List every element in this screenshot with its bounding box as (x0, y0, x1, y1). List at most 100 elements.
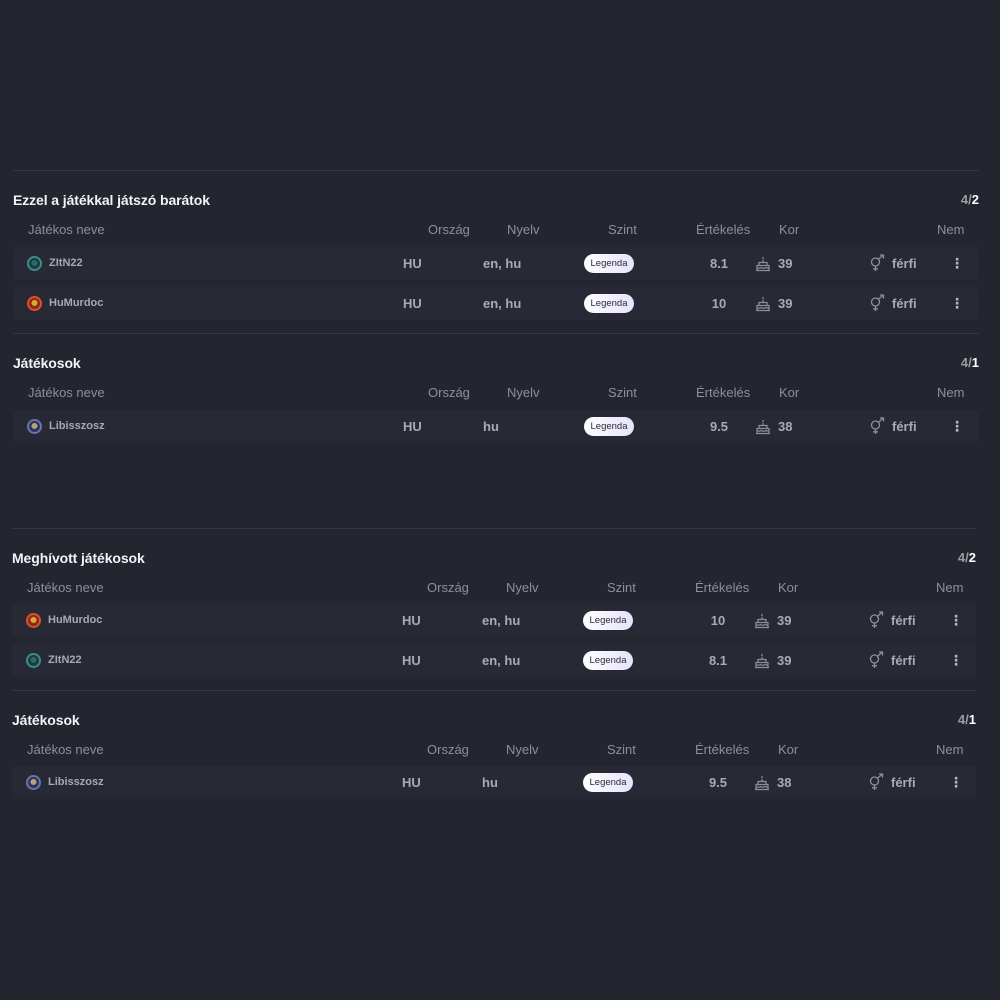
player-avatar (27, 256, 42, 271)
more-vertical-icon[interactable]: ⋮ (950, 418, 964, 435)
gender-icon (870, 417, 885, 434)
col-country: Ország (428, 385, 470, 400)
player-gender: férfi (892, 296, 917, 311)
player-age: 38 (778, 419, 793, 434)
section-title: Játékosok (12, 712, 80, 728)
gender-icon (869, 611, 884, 628)
player-avatar (26, 613, 41, 628)
col-player-name: Játékos neve (28, 222, 105, 237)
col-country: Ország (427, 580, 469, 595)
section-divider (12, 528, 976, 529)
player-country: HU (403, 296, 422, 311)
gender-icon (869, 773, 884, 790)
more-vertical-icon[interactable]: ⋮ (950, 295, 964, 312)
table-header: Játékos neve Ország Nyelv Szint Értékelé… (12, 580, 976, 596)
col-player-name: Játékos neve (28, 385, 105, 400)
player-row[interactable]: HuMurdoc HU en, hu Legenda 10 39 férfi ⋮ (13, 287, 979, 320)
more-vertical-icon[interactable]: ⋮ (949, 774, 963, 791)
gender-icon (870, 294, 885, 311)
player-name[interactable]: ZItN22 (48, 654, 82, 666)
player-country: HU (402, 775, 421, 790)
player-avatar (26, 653, 41, 668)
gender-icon (869, 651, 884, 668)
gender-icon (870, 254, 885, 271)
player-languages: en, hu (483, 296, 522, 311)
section-count: 4/1 (960, 355, 979, 370)
cake-icon (755, 613, 769, 629)
col-rating: Értékelés (695, 580, 750, 595)
player-row[interactable]: Libisszosz HU hu Legenda 9.5 38 férfi ⋮ (13, 410, 979, 443)
player-row[interactable]: HuMurdoc HU en, hu Legenda 10 39 férfi ⋮ (12, 604, 976, 637)
player-name[interactable]: HuMurdoc (49, 297, 103, 309)
col-level: Szint (608, 385, 637, 400)
level-badge: Legenda (583, 611, 633, 630)
players-section: Játékosok 4/1 Játékos neve Ország Nyelv … (12, 690, 976, 802)
player-name[interactable]: ZItN22 (49, 257, 83, 269)
col-language: Nyelv (506, 580, 539, 595)
player-row[interactable]: ZItN22 HU en, hu Legenda 8.1 39 férfi ⋮ (12, 644, 976, 677)
player-rating: 8.1 (709, 256, 729, 271)
col-gender: Nem (937, 385, 965, 400)
col-country: Ország (428, 222, 470, 237)
player-rating: 9.5 (709, 419, 729, 434)
cake-icon (755, 653, 769, 669)
section-title: Ezzel a játékkal játszó barátok (13, 192, 210, 208)
more-vertical-icon[interactable]: ⋮ (949, 612, 963, 629)
col-rating: Értékelés (695, 742, 750, 757)
col-level: Szint (607, 742, 636, 757)
level-badge: Legenda (584, 417, 634, 436)
player-country: HU (402, 653, 421, 668)
table-header: Játékos neve Ország Nyelv Szint Értékelé… (12, 742, 976, 758)
player-country: HU (403, 419, 422, 434)
player-gender: férfi (891, 775, 916, 790)
player-name[interactable]: HuMurdoc (48, 614, 102, 626)
player-age: 39 (778, 256, 793, 271)
col-player-name: Játékos neve (27, 580, 104, 595)
cake-icon (756, 256, 770, 272)
table-header: Játékos neve Ország Nyelv Szint Értékelé… (13, 385, 979, 401)
cake-icon (756, 296, 770, 312)
cake-icon (756, 419, 770, 435)
col-age: Kor (778, 580, 799, 595)
player-languages: en, hu (482, 653, 521, 668)
player-row[interactable]: ZItN22 HU en, hu Legenda 8.1 39 férfi ⋮ (13, 247, 979, 280)
section-divider (13, 170, 979, 171)
player-row[interactable]: Libisszosz HU hu Legenda 9.5 38 férfi ⋮ (12, 766, 976, 799)
players-section: Játékosok 4/1 Játékos neve Ország Nyelv … (13, 333, 979, 445)
player-age: 39 (778, 296, 793, 311)
invited-players-section: Meghívott játékosok 4/2 Játékos neve Ors… (12, 528, 976, 680)
level-badge: Legenda (583, 651, 633, 670)
col-level: Szint (608, 222, 637, 237)
col-language: Nyelv (506, 742, 539, 757)
player-name[interactable]: Libisszosz (48, 776, 104, 788)
col-country: Ország (427, 742, 469, 757)
player-avatar (27, 419, 42, 434)
player-name[interactable]: Libisszosz (49, 420, 105, 432)
player-avatar (27, 296, 42, 311)
section-count: 4/2 (957, 550, 976, 565)
section-title: Meghívott játékosok (12, 550, 145, 566)
section-count: 4/1 (957, 712, 976, 727)
player-rating: 8.1 (708, 653, 728, 668)
player-gender: férfi (892, 256, 917, 271)
col-age: Kor (779, 385, 800, 400)
player-rating: 10 (711, 296, 727, 311)
table-header: Játékos neve Ország Nyelv Szint Értékelé… (13, 222, 979, 238)
col-gender: Nem (936, 580, 964, 595)
section-divider (13, 333, 979, 334)
player-avatar (26, 775, 41, 790)
player-age: 38 (777, 775, 792, 790)
more-vertical-icon[interactable]: ⋮ (950, 255, 964, 272)
col-age: Kor (778, 742, 799, 757)
player-gender: férfi (891, 613, 916, 628)
player-rating: 10 (710, 613, 726, 628)
more-vertical-icon[interactable]: ⋮ (949, 652, 963, 669)
player-age: 39 (777, 653, 792, 668)
player-gender: férfi (891, 653, 916, 668)
section-divider (12, 690, 976, 691)
col-age: Kor (779, 222, 800, 237)
col-language: Nyelv (507, 222, 540, 237)
level-badge: Legenda (584, 254, 634, 273)
player-age: 39 (777, 613, 792, 628)
col-level: Szint (607, 580, 636, 595)
